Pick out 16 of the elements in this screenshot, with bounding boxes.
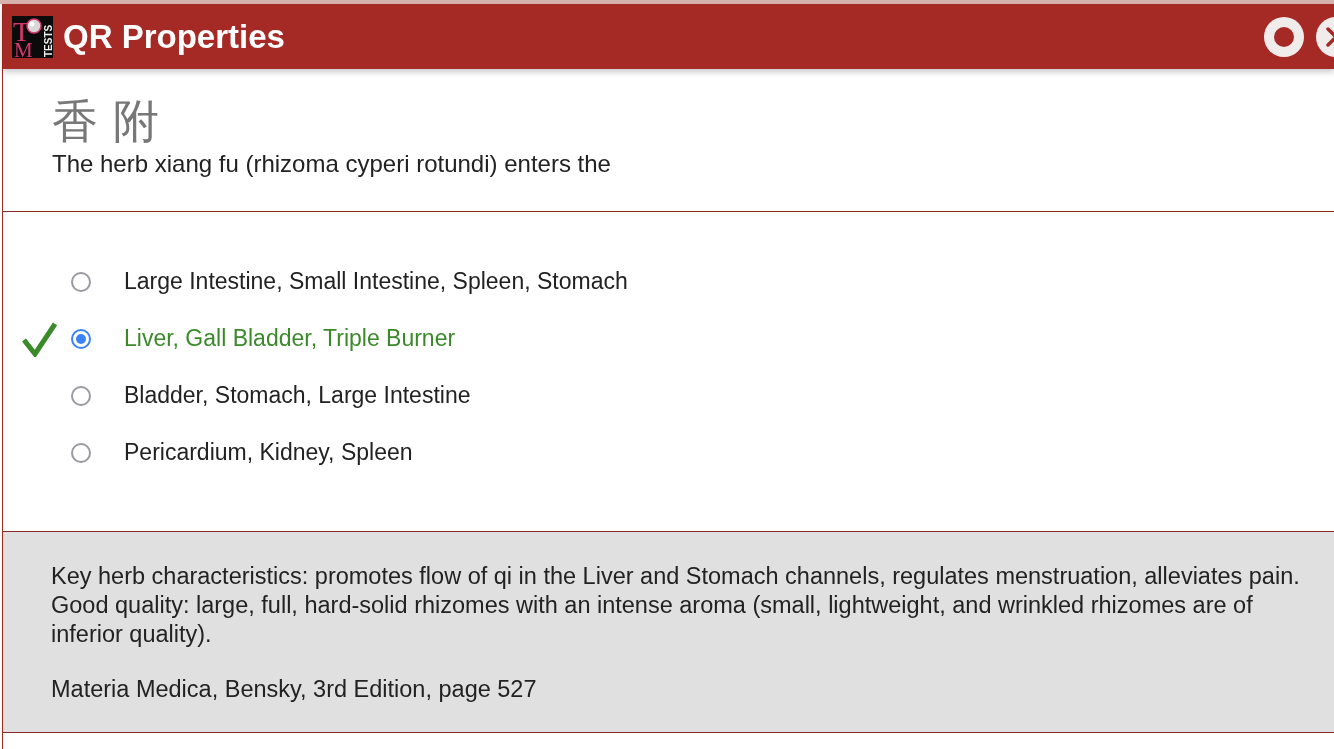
source-citation: Materia Medica, Bensky, 3rd Edition, page 527 [51, 675, 538, 704]
answer-option[interactable]: Liver, Gall Bladder, Triple Burner [124, 325, 456, 352]
answer-option[interactable]: Pericardium, Kidney, Spleen [124, 439, 413, 466]
dot-icon [1273, 25, 1295, 48]
radio-button[interactable] [71, 271, 91, 292]
radio-button[interactable] [71, 385, 91, 406]
radio-button[interactable] [71, 442, 91, 463]
explanation-text: Good quality: large, full, hard-solid rhizomes with an intense aroma (small, lightweight, and wrinkled rhizomes are of inferior quality). [51, 591, 1254, 649]
radio-button[interactable] [71, 328, 91, 349]
explanation-text: Key herb characteristics: promotes flow of qi in the Liver and Stomach channels, regulates menstruation, alleviates pain. [51, 562, 1301, 591]
question-text: The herb xiang fu (rhizoma cyperi rotundi) enters the [52, 149, 611, 179]
dot-circle-button[interactable] [1264, 16, 1304, 57]
window-title: QR Properties [63, 17, 285, 56]
herb-chinese-name: 香 附 [52, 93, 159, 149]
answer-option[interactable]: Large Intestine, Small Intestine, Spleen, Stomach [124, 268, 628, 295]
answer-option[interactable]: Bladder, Stomach, Large Intestine [124, 382, 471, 409]
